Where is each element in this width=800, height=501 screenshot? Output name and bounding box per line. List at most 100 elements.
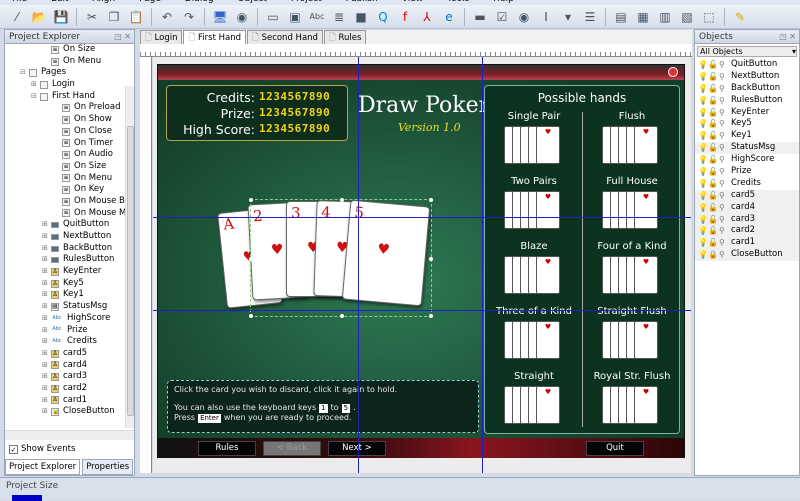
object-item[interactable]: 💡 🔓 ⚲ card4 <box>695 201 799 214</box>
video-button[interactable]: ■ <box>352 8 370 26</box>
expand-toggle-icon[interactable]: ⊞ <box>42 243 49 255</box>
panel-close-button[interactable]: ◳ ✕ <box>779 30 799 43</box>
visibility-bulb-icon[interactable]: 💡 <box>698 190 708 202</box>
resize-handle[interactable] <box>429 314 433 318</box>
show-events-checkbox[interactable]: ✓ Show Events <box>9 444 75 454</box>
tab-first-hand[interactable]: 🗋 First Hand <box>183 30 247 44</box>
tree-scrollbar[interactable] <box>125 86 134 428</box>
key-icon[interactable]: ⚲ <box>719 83 731 95</box>
tree-item[interactable]: ⊞ 🔒 CloseButton <box>5 406 134 418</box>
visibility-bulb-icon[interactable]: 💡 <box>698 59 708 71</box>
tree-item[interactable]: ≡ On Preload <box>5 102 134 114</box>
object-item[interactable]: 💡 🔓 ⚲ KeyEnter <box>695 107 799 119</box>
object-item[interactable]: 💡 🔓 ⚲ HighScore <box>695 154 799 166</box>
menu-view[interactable]: View <box>402 0 423 4</box>
quit-button[interactable]: Quit <box>586 441 644 456</box>
expand-toggle-icon[interactable]: ⊞ <box>42 325 49 337</box>
guide-line[interactable] <box>358 57 359 473</box>
lock-icon[interactable]: 🔒 <box>708 249 719 261</box>
expand-toggle-icon[interactable]: ⊞ <box>42 219 49 231</box>
chart-button[interactable]: ▧ <box>678 8 696 26</box>
pdf-button[interactable]: ⅄ <box>418 8 436 26</box>
lock-icon[interactable]: 🔓 <box>708 154 719 166</box>
resize-handle[interactable] <box>429 198 433 202</box>
expand-toggle-icon[interactable]: ⊞ <box>42 336 49 348</box>
visibility-bulb-icon[interactable]: 💡 <box>698 166 708 178</box>
tree-item[interactable]: ≡ On Size <box>5 161 134 173</box>
lock-icon[interactable]: 🔓 <box>708 214 719 226</box>
tree-item[interactable]: ≡ On Size <box>5 44 134 56</box>
key-icon[interactable]: ⚲ <box>719 95 731 107</box>
guide-line[interactable] <box>153 310 691 311</box>
copy-button[interactable]: ❐ <box>105 8 123 26</box>
tree-item[interactable]: ≡ On Key <box>5 184 134 196</box>
resize-handle[interactable] <box>340 314 344 318</box>
redo-button[interactable]: ↷ <box>180 8 198 26</box>
object-item[interactable]: 💡 🔓 ⚲ Prize <box>695 166 799 178</box>
paste-button[interactable]: 📋 <box>127 8 145 26</box>
menu-dialog[interactable]: Dialog <box>185 0 214 4</box>
object-item[interactable]: 💡 🔓 ⚲ card1 <box>695 237 799 250</box>
key-icon[interactable]: ⚲ <box>719 154 731 166</box>
menu-tools[interactable]: Tools <box>447 0 469 4</box>
object-item[interactable]: 💡 🔓 ⚲ QuitButton <box>695 59 799 71</box>
key-icon[interactable]: ⚲ <box>719 130 731 142</box>
lock-icon[interactable]: 🔓 <box>708 95 719 107</box>
guide-line[interactable] <box>482 57 483 473</box>
menu-page[interactable]: Page <box>139 0 161 4</box>
expand-toggle-icon[interactable]: ⊟ <box>20 67 27 79</box>
resize-handle[interactable] <box>429 257 433 261</box>
visibility-bulb-icon[interactable]: 💡 <box>698 225 708 237</box>
rules-button[interactable]: Rules <box>198 441 256 456</box>
tree-item[interactable]: ⊞ RulesButton <box>5 254 134 266</box>
visibility-bulb-icon[interactable]: 💡 <box>698 249 708 261</box>
expand-toggle-icon[interactable]: ⊟ <box>31 91 38 103</box>
checkbox[interactable]: ✓ <box>9 444 18 454</box>
tree-item[interactable]: ⊞ BackButton <box>5 243 134 255</box>
lock-icon[interactable]: 🔓 <box>708 202 719 214</box>
tree-item[interactable]: ⊟ First Hand <box>5 91 134 103</box>
tree-item[interactable]: ⊞ ♙ card2 <box>5 383 134 395</box>
close-button[interactable] <box>668 67 678 77</box>
object-item[interactable]: 💡 🔓 ⚲ Credits <box>695 178 799 190</box>
key-icon[interactable]: ⚲ <box>719 214 731 226</box>
tree-item[interactable]: ⊞ ▤ StatusMsg <box>5 301 134 313</box>
resize-handle[interactable] <box>340 198 344 202</box>
tree-item[interactable]: ⊞ ♙ Key1 <box>5 289 134 301</box>
tree-item[interactable]: ⊞ ♙ card3 <box>5 371 134 383</box>
tree-item[interactable]: ≡ On Close <box>5 126 134 138</box>
radio-button[interactable]: ◉ <box>515 8 533 26</box>
tree-item[interactable]: ⊟ Pages <box>5 67 134 79</box>
panel-button[interactable]: ▬ <box>471 8 489 26</box>
bars-button[interactable]: ▥ <box>656 8 674 26</box>
image-button[interactable]: ▣ <box>286 8 304 26</box>
scrollbar-thumb[interactable] <box>127 126 134 416</box>
object-item[interactable]: 💡 🔓 ⚲ Key1 <box>695 130 799 142</box>
visibility-bulb-icon[interactable]: 💡 <box>698 237 708 249</box>
tree-item[interactable]: ⊞ QuitButton <box>5 219 134 231</box>
tree-item[interactable]: ≡On Mouse Move <box>5 208 134 220</box>
object-item[interactable]: 💡 🔓 ⚲ card3 <box>695 213 799 226</box>
menu-project[interactable]: Project <box>291 0 322 4</box>
lock-icon[interactable]: 🔓 <box>708 225 719 237</box>
wand-button[interactable]: ⁄ <box>8 8 26 26</box>
key-icon[interactable]: ⚲ <box>719 237 731 249</box>
visibility-bulb-icon[interactable]: 💡 <box>698 95 708 107</box>
tab-login[interactable]: 🗋 Login <box>140 30 183 44</box>
tree-hscrollbar[interactable] <box>5 430 134 440</box>
key-icon[interactable]: ⚲ <box>719 190 731 202</box>
object-item[interactable]: 💡 🔓 ⚲ card2 <box>695 225 799 238</box>
quicktime-button[interactable]: Q <box>374 8 392 26</box>
tree-item[interactable]: ⊞ Abc Credits <box>5 336 134 348</box>
tree-item[interactable]: ⊞ NextButton <box>5 231 134 243</box>
tab-second-hand[interactable]: 🗋 Second Hand <box>247 30 323 44</box>
expand-toggle-icon[interactable]: ⊞ <box>42 395 49 407</box>
label-button[interactable]: Abc <box>308 8 326 26</box>
tree-item[interactable]: ⊞ Abc HighScore <box>5 313 134 325</box>
lock-icon[interactable]: 🔓 <box>708 118 719 130</box>
report-button[interactable]: ▤ <box>612 8 630 26</box>
combobox-button[interactable]: ▾ <box>559 8 577 26</box>
resize-handle[interactable] <box>249 198 253 202</box>
tree-item[interactable]: ≡ On Show <box>5 114 134 126</box>
expand-toggle-icon[interactable]: ⊞ <box>42 301 49 313</box>
